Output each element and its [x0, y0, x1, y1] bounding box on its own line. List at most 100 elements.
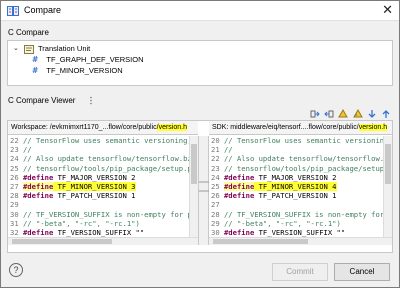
left-vertical-scrollbar[interactable] [189, 136, 198, 237]
code-line: 24 // Also update tensorflow/tensorflow.… [10, 154, 189, 163]
previous-difference-icon[interactable] [381, 109, 391, 119]
define-body: TF_PATCH_VERSION 1 [53, 191, 136, 201]
keyword-define: #define [22, 181, 54, 191]
line-number: 24 [211, 172, 224, 182]
scroll-thumb[interactable] [385, 144, 391, 184]
difference-connector-bar [198, 136, 210, 245]
translation-unit-icon [24, 45, 34, 54]
cancel-button[interactable]: Cancel [334, 263, 390, 281]
line-number: 24 [10, 154, 23, 164]
title-bar: Compare ✕ [1, 1, 399, 21]
line-number: 32 [10, 227, 23, 237]
comment-text: // TF_VERSION_SUFFIX is non-empty for pr… [22, 209, 189, 219]
line-number: 28 [211, 209, 224, 219]
line-number: 30 [211, 227, 224, 237]
right-horizontal-scrollbar[interactable] [209, 237, 392, 245]
line-number: 28 [10, 191, 23, 201]
c-compare-tree: ⌄ Translation Unit # TF_GRAPH_DEF_VERSIO… [7, 40, 393, 86]
comment-text: // tensorflow/tools/pip_package/setup.py [22, 163, 189, 173]
code-line: 20 // TensorFlow uses semantic versionin… [211, 136, 383, 145]
left-code-pane[interactable]: 22 // TensorFlow uses semantic versionin… [8, 136, 189, 237]
define-directive: #define TF_VERSION_SUFFIX "" [23, 228, 144, 237]
code-line: 22 // TensorFlow uses semantic versionin… [10, 136, 189, 145]
tree-root-label: Translation Unit [38, 44, 91, 53]
code-line: 29 [10, 200, 189, 209]
line-number: 23 [211, 163, 224, 173]
line-number: 22 [10, 136, 23, 145]
line-number: 25 [10, 163, 23, 173]
tree-item-label: TF_GRAPH_DEF_VERSION [46, 55, 144, 64]
comment-text: // [223, 145, 233, 155]
code-line: 24 #define TF_MAJOR_VERSION 2 [211, 173, 383, 182]
scroll-thumb[interactable] [12, 239, 112, 244]
comment-text: // "-beta", "-rc", "-rc.1") [223, 218, 341, 228]
keyword-define: #define [223, 191, 255, 201]
code-line: 23 // [10, 145, 189, 154]
comment-text: // [22, 145, 32, 155]
line-number: 30 [10, 209, 23, 219]
close-icon[interactable]: ✕ [382, 3, 393, 17]
keyword-define: #define [22, 172, 54, 182]
comment-text: // "-beta", "-rc", "-rc.1") [22, 218, 140, 228]
define-directive: #define TF_VERSION_SUFFIX "" [224, 228, 345, 237]
keyword-define: #define [223, 227, 255, 237]
code-line: 31 // "-beta", "-rc", "-rc.1") [10, 219, 189, 228]
tree-item-label: TF_MINOR_VERSION [46, 66, 123, 75]
copy-all-right-icon[interactable] [310, 109, 320, 119]
line-number: 22 [211, 154, 224, 164]
line-number: 27 [10, 181, 23, 191]
left-horizontal-scrollbar[interactable] [8, 237, 198, 245]
code-line: 26 #define TF_PATCH_VERSION 1 [211, 191, 383, 200]
c-compare-label: C Compare [8, 28, 49, 37]
code-line: 21 // [211, 145, 383, 154]
right-code-pane[interactable]: 20 // TensorFlow uses semantic versionin… [209, 136, 383, 237]
tree-item-tf-minor-version[interactable]: # TF_MINOR_VERSION [32, 66, 123, 77]
left-path-label: Workspace: /evkmimxrt1170_...flow/core/p… [11, 124, 157, 131]
code-line: 25 #define TF_MINOR_VERSION 4 [211, 181, 383, 191]
line-number: 27 [211, 200, 224, 210]
copy-current-change-icon[interactable] [338, 109, 349, 119]
tree-item-tf-graph-def-version[interactable]: # TF_GRAPH_DEF_VERSION [32, 55, 144, 66]
define-body: TF_PATCH_VERSION 1 [254, 191, 337, 201]
define-directive: #define TF_MAJOR_VERSION 2 [23, 173, 136, 182]
copy-change-left-icon[interactable] [352, 109, 363, 119]
keyword-define: #define [22, 191, 54, 201]
code-line: 22 // Also update tensorflow/tensorflow.… [211, 154, 383, 163]
line-number: 31 [10, 218, 23, 228]
code-line: 28 // TF_VERSION_SUFFIX is non-empty for… [211, 210, 383, 219]
right-path-filename: version.h [358, 124, 388, 131]
define-body: TF_VERSION_SUFFIX "" [53, 227, 145, 237]
left-path-filename: /version.h [156, 124, 187, 131]
line-number: 25 [211, 181, 224, 191]
line-number: 29 [10, 200, 23, 210]
code-line: 27 #define TF_MINOR_VERSION 3 [10, 181, 189, 191]
code-line: 25 // tensorflow/tools/pip_package/setup… [10, 164, 189, 173]
define-directive: #define TF_MAJOR_VERSION 2 [224, 173, 337, 182]
code-line: 28 #define TF_PATCH_VERSION 1 [10, 191, 189, 200]
code-line: 26 #define TF_MAJOR_VERSION 2 [10, 173, 189, 182]
chevron-down-icon[interactable]: ⌄ [13, 44, 19, 52]
keyword-define: #define [22, 227, 54, 237]
right-path-label: SDK: middleware/eiq/tensorf....flow/core… [212, 124, 359, 131]
line-number: 26 [211, 191, 224, 201]
next-difference-icon[interactable] [367, 109, 377, 119]
define-body: TF_MINOR_VERSION 3 [53, 181, 136, 191]
help-button[interactable]: ? [9, 263, 23, 277]
copy-all-left-icon[interactable] [324, 109, 334, 119]
left-pane-header: Workspace: /evkmimxrt1170_...flow/core/p… [8, 121, 198, 135]
define-body: TF_MINOR_VERSION 4 [254, 181, 337, 191]
scroll-thumb[interactable] [213, 239, 308, 244]
scroll-thumb[interactable] [191, 144, 197, 184]
changed-define: #define TF_MINOR_VERSION 4 [223, 181, 337, 191]
comment-text: // Also update tensorflow/tensorflow.bzl [223, 154, 383, 164]
define-body: TF_MAJOR_VERSION 2 [53, 172, 136, 182]
define-hash-icon: # [32, 55, 39, 64]
define-hash-icon: # [32, 66, 39, 75]
code-line: 29 // "-beta", "-rc", "-rc.1") [211, 219, 383, 228]
code-line: 30 // TF_VERSION_SUFFIX is non-empty for… [10, 210, 189, 219]
compare-window: Compare ✕ C Compare ⌄ Translation Unit #… [0, 0, 400, 288]
right-vertical-scrollbar[interactable] [383, 136, 392, 237]
commit-button[interactable]: Commit [272, 263, 328, 281]
line-number: 21 [211, 145, 224, 155]
drag-handle-icon[interactable] [89, 96, 93, 105]
